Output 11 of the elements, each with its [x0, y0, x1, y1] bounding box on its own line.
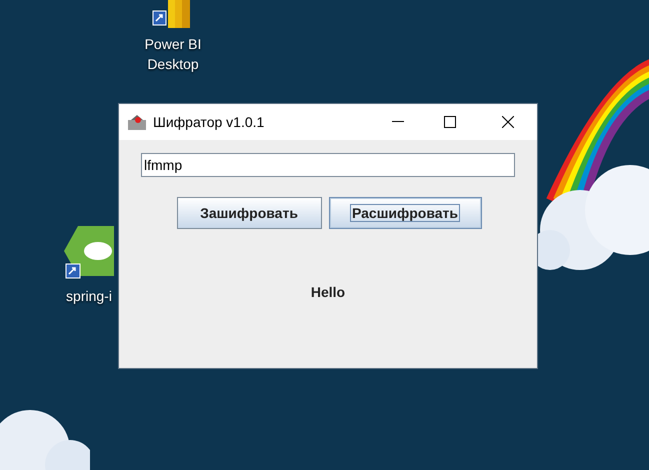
minimize-icon — [392, 121, 404, 123]
text-input-field[interactable]: lfmmp — [141, 153, 515, 177]
icon-label: Power BI Desktop — [144, 35, 202, 74]
icon-label: spring-i — [66, 287, 112, 306]
action-button[interactable]: Расшифровать — [328, 197, 482, 229]
close-icon — [502, 116, 514, 128]
maximize-icon — [444, 116, 456, 128]
output-text: Hello — [310, 283, 346, 302]
app-icon — [127, 112, 147, 132]
window-title: Шифратор v1.0.1 — [153, 112, 264, 132]
action-button[interactable]: Зашифровать — [176, 197, 322, 229]
